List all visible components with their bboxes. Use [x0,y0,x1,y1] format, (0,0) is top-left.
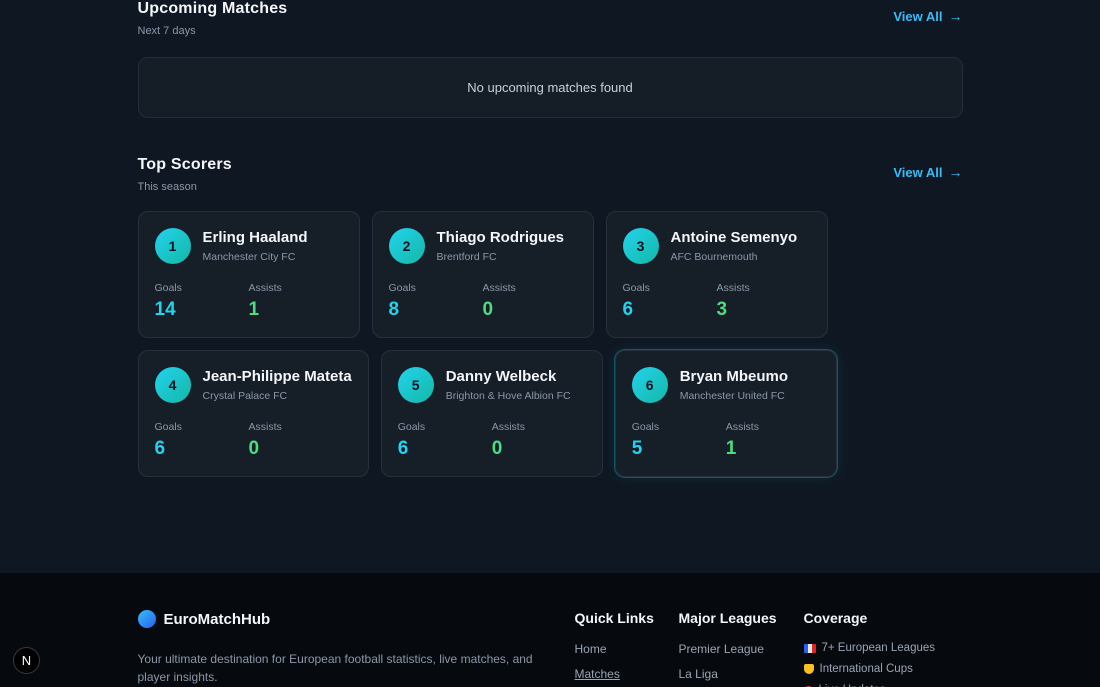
goals-label: Goals [631,421,660,433]
assists-value: 0 [491,438,503,459]
player-card[interactable]: 3 Antoine Semenyo AFC Bournemouth Goals … [605,211,828,338]
goals-value: 5 [631,438,643,459]
player-name: Erling Haaland [202,229,308,246]
assists-label: Assists [248,282,282,294]
view-all-label: View All [893,8,943,24]
arrow-right-icon: → [948,164,963,180]
footer-coverage: Coverage 7+ European Leagues Internation… [803,610,954,687]
goals-value: 14 [154,299,176,320]
footer-major-leagues: Major Leagues Premier League La Liga Bun… [679,610,780,687]
goals-label: Goals [397,421,426,433]
footer-link-la-liga[interactable]: La Liga [679,667,780,681]
upcoming-matches-title: Upcoming Matches [137,0,288,17]
quick-links-title: Quick Links [574,610,654,626]
view-all-label: View All [893,164,943,180]
goals-label: Goals [622,282,650,294]
player-team: Brighton & Hove Albion FC [445,390,571,402]
assists-label: Assists [491,421,525,433]
upcoming-matches-subtitle: Next 7 days [137,25,196,37]
player-name: Bryan Mbeumo [679,368,789,385]
rank-badge: 6 [631,367,668,403]
assists-value: 0 [482,299,494,320]
rank-badge: 4 [154,367,191,403]
player-team: AFC Bournemouth [670,251,758,263]
player-team: Brentford FC [436,251,497,263]
brand-tagline: Your ultimate destination for European f… [137,652,533,684]
player-name: Antoine Semenyo [670,229,798,246]
main-content: Upcoming Matches Next 7 days View All → … [137,0,963,573]
top-scorers-view-all-link[interactable]: View All → [893,164,962,180]
top-scorers-subtitle: This season [137,181,197,193]
goals-label: Goals [154,282,182,294]
assists-value: 1 [725,438,737,459]
goals-value: 6 [397,438,409,459]
player-card[interactable]: 6 Bryan Mbeumo Manchester United FC Goal… [614,350,837,477]
assists-label: Assists [482,282,516,294]
assists-label: Assists [725,421,759,433]
no-upcoming-matches-message: No upcoming matches found [137,57,963,118]
top-scorers-grid: 1 Erling Haaland Manchester City FC Goal… [137,211,963,477]
goals-value: 8 [388,299,400,320]
footer: EuroMatchHub Your ultimate destination f… [0,573,1100,687]
player-card[interactable]: 4 Jean-Philippe Mateta Crystal Palace FC… [137,350,369,477]
top-scorers-section: Top Scorers This season View All → 1 Erl… [137,156,963,477]
player-name: Thiago Rodrigues [436,229,565,246]
goals-label: Goals [154,421,182,433]
top-scorers-title: Top Scorers [137,156,232,173]
trophy-icon [803,664,814,674]
flag-icon [803,643,816,653]
player-card[interactable]: 1 Erling Haaland Manchester City FC Goal… [137,211,360,338]
coverage-item-cups: International Cups [819,663,913,675]
player-team: Manchester United FC [679,390,785,402]
rank-badge: 1 [154,228,191,264]
brand-logo-icon [137,610,156,628]
coverage-title: Coverage [803,610,868,626]
player-name: Danny Welbeck [445,368,557,385]
major-leagues-title: Major Leagues [678,610,777,626]
nextjs-dev-badge[interactable]: N [13,647,40,674]
player-team: Crystal Palace FC [202,390,288,402]
upcoming-view-all-link[interactable]: View All → [893,8,962,24]
player-team: Manchester City FC [202,251,296,263]
player-name: Jean-Philippe Mateta [202,368,352,385]
brand-name: EuroMatchHub [163,610,271,628]
rank-badge: 2 [388,228,425,264]
goals-label: Goals [388,282,416,294]
rank-badge: 3 [622,228,659,264]
goals-value: 6 [154,438,166,459]
footer-quick-links: Quick Links Home Matches [575,610,655,687]
assists-value: 1 [248,299,260,320]
arrow-right-icon: → [948,8,963,24]
coverage-item-leagues: 7+ European Leagues [821,642,936,654]
player-card[interactable]: 5 Danny Welbeck Brighton & Hove Albion F… [380,350,603,477]
goals-value: 6 [622,299,634,320]
footer-link-home[interactable]: Home [575,642,655,656]
assists-label: Assists [248,421,282,433]
assists-value: 3 [716,299,728,320]
footer-link-matches[interactable]: Matches [575,667,655,681]
player-card[interactable]: 2 Thiago Rodrigues Brentford FC Goals 8 … [371,211,594,338]
assists-value: 0 [248,438,260,459]
assists-label: Assists [716,282,750,294]
footer-link-premier-league[interactable]: Premier League [679,642,780,656]
upcoming-matches-section: Upcoming Matches Next 7 days View All → … [137,0,963,118]
rank-badge: 5 [397,367,434,403]
